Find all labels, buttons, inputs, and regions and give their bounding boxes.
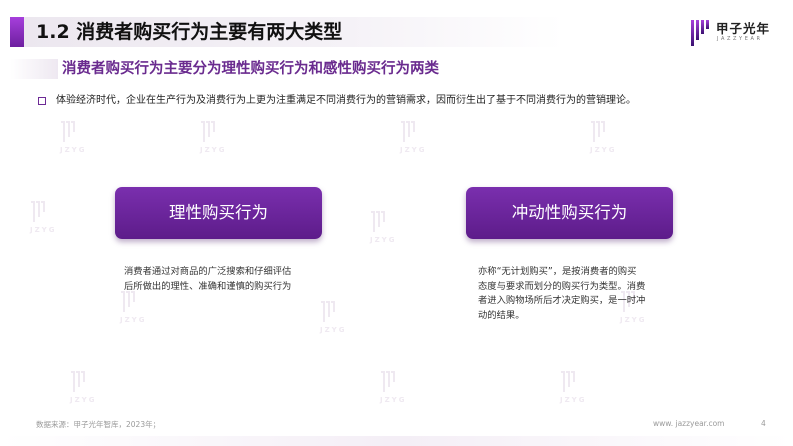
watermark-text: JZYG	[30, 226, 57, 234]
jazzyear-watermark-icon	[401, 121, 415, 142]
bullet-square-icon	[38, 97, 46, 105]
watermark: JZYG	[380, 370, 407, 404]
website-link[interactable]: www. jazzyear.com	[653, 419, 724, 428]
jazzyear-watermark-icon	[321, 301, 335, 322]
subtitle-accent	[10, 59, 58, 79]
watermark: JZYG	[560, 370, 587, 404]
rational-purchase-card: 理性购买行为	[115, 187, 322, 239]
jazzyear-watermark-icon	[371, 211, 385, 232]
jazzyear-watermark-icon	[71, 371, 85, 392]
jazzyear-logo-icon	[691, 20, 709, 46]
watermark-text: JZYG	[60, 146, 87, 154]
page-number: 4	[761, 419, 766, 428]
description-line: 亦称“无计划购买”，是按消费者的购买	[478, 266, 637, 277]
watermark: JZYG	[370, 210, 397, 244]
watermark-text: JZYG	[380, 396, 407, 404]
title-accent-bar	[10, 17, 24, 47]
jazzyear-watermark-icon	[591, 121, 605, 142]
impulse-purchase-description: 亦称“无计划购买”，是按消费者的购买 态度与要求而划分的购买行为类型。消费 者进…	[478, 265, 698, 323]
watermark-text: JZYG	[400, 146, 427, 154]
impulse-purchase-card: 冲动性购买行为	[466, 187, 673, 239]
jazzyear-watermark-icon	[381, 371, 395, 392]
footer-band	[0, 436, 793, 446]
watermark-text: JZYG	[320, 326, 347, 334]
watermark-text: JZYG	[120, 316, 147, 324]
slide: JZYG JZYG JZYG JZYG JZYG JZYG JZYG JZYG …	[0, 0, 793, 446]
watermark: JZYG	[400, 120, 427, 154]
watermark-text: JZYG	[590, 146, 617, 154]
logo-name: 甲子光年	[716, 21, 771, 36]
description-line: 者进入购物场所后才决定购买，是一时冲	[478, 295, 646, 306]
watermark: JZYG	[120, 290, 147, 324]
watermark-text: JZYG	[370, 236, 397, 244]
page-title: 1.2 消费者购买行为主要有两大类型	[36, 21, 343, 43]
jazzyear-watermark-icon	[201, 121, 215, 142]
jazzyear-watermark-icon	[561, 371, 575, 392]
watermark: JZYG	[590, 120, 617, 154]
watermark: JZYG	[200, 120, 227, 154]
jazzyear-watermark-icon	[61, 121, 75, 142]
data-source: 数据来源：甲子光年智库，2023年；	[36, 420, 161, 429]
logo-tagline: JAZZYEAR	[717, 36, 763, 42]
watermark: JZYG	[70, 370, 97, 404]
brand-logo: 甲子光年 JAZZYEAR	[690, 16, 780, 50]
description-line: 动的结果。	[478, 309, 525, 321]
page-subtitle: 消费者购买行为主要分为理性购买行为和感性购买行为两类	[62, 61, 439, 77]
watermark-text: JZYG	[200, 146, 227, 154]
watermark: JZYG	[320, 300, 347, 334]
jazzyear-watermark-icon	[31, 201, 45, 222]
watermark: JZYG	[60, 120, 87, 154]
description-line: 态度与要求而划分的购买行为类型。消费	[478, 280, 646, 292]
watermark-text: JZYG	[70, 396, 97, 404]
intro-text: 体验经济时代，企业在生产行为及消费行为上更为注重满足不同消费行为的营销需求，因而…	[56, 95, 636, 106]
description-line: 后所做出的理性、准确和谨慎的购买行为	[124, 280, 292, 292]
description-line: 消费者通过对商品的广泛搜索和仔细评估	[124, 266, 292, 277]
rational-purchase-description: 消费者通过对商品的广泛搜索和仔细评估 后所做出的理性、准确和谨慎的购买行为	[124, 265, 344, 294]
watermark: JZYG	[30, 200, 57, 234]
watermark-text: JZYG	[560, 396, 587, 404]
